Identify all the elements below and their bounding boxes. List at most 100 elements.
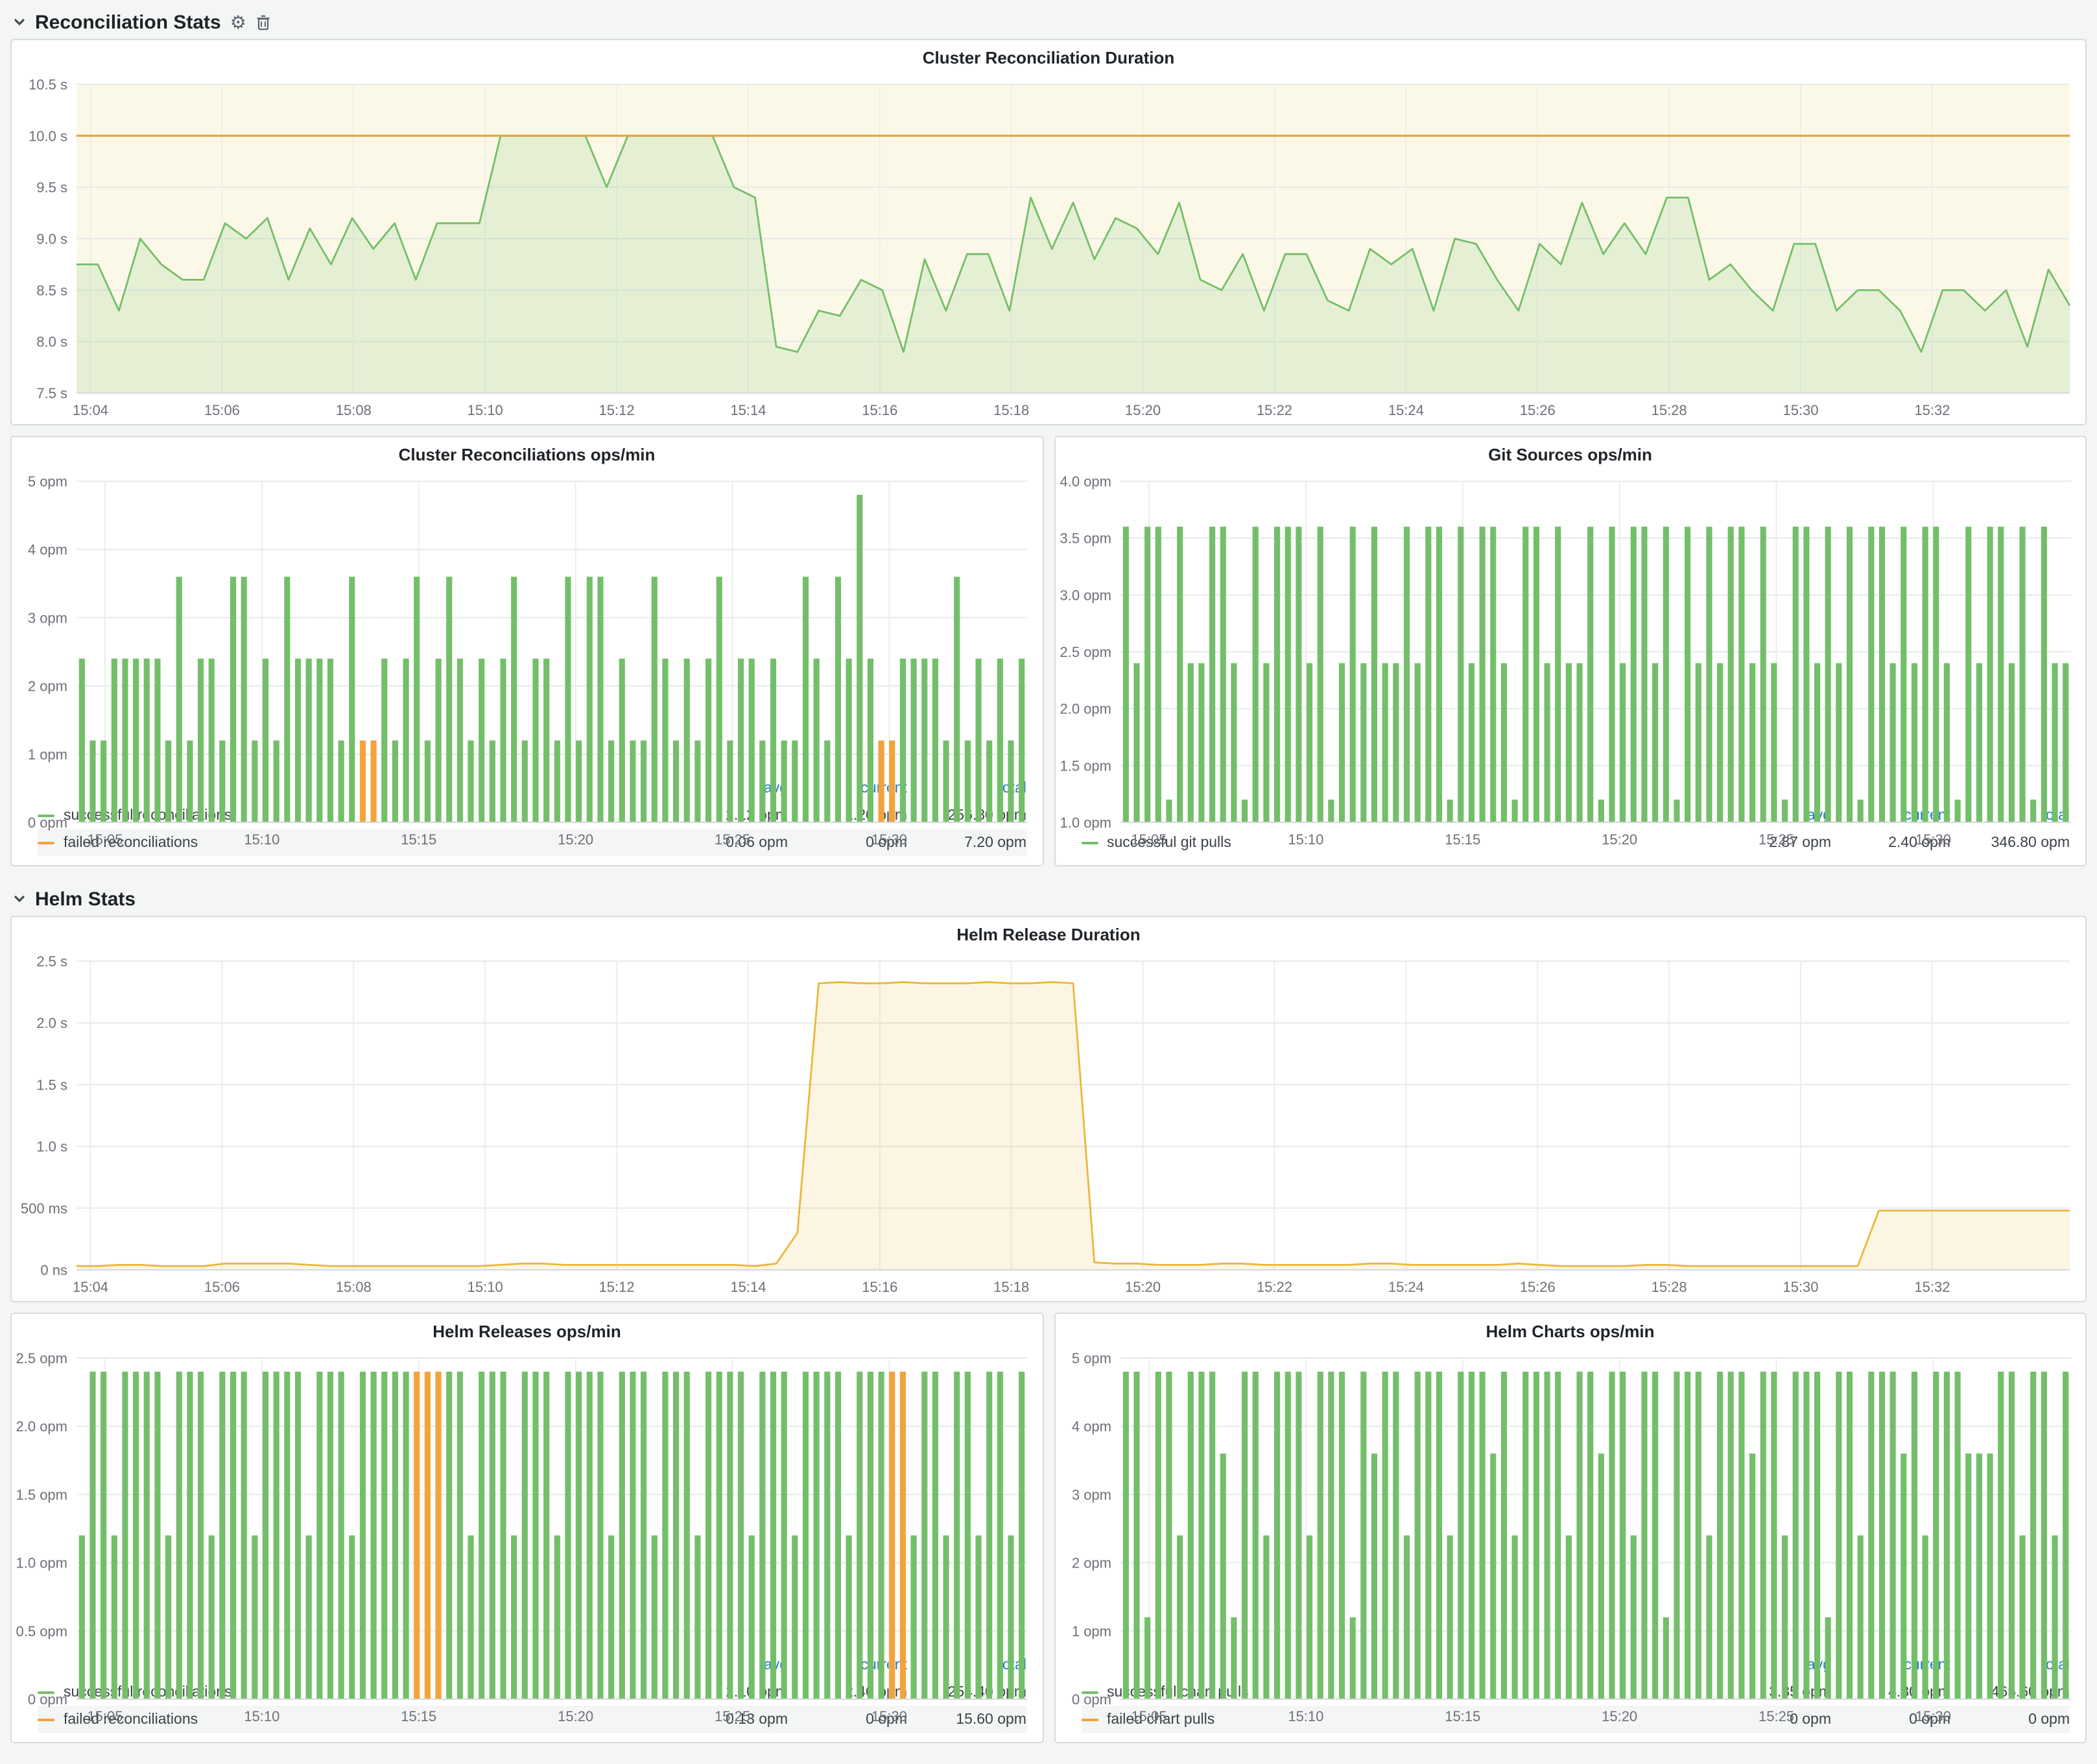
svg-text:15:04: 15:04 <box>73 402 108 418</box>
bar-chart-svg: 1.0 opm1.5 opm2.0 opm2.5 opm3.0 opm3.5 o… <box>1055 471 2086 853</box>
svg-text:15:20: 15:20 <box>1601 1708 1637 1724</box>
svg-text:2.0 s: 2.0 s <box>36 1015 67 1031</box>
line-chart-svg: 7.5 s8.0 s8.5 s9.0 s9.5 s10.0 s10.5 s15:… <box>12 74 2085 424</box>
svg-text:15:32: 15:32 <box>1914 402 1950 418</box>
svg-text:15:16: 15:16 <box>862 1279 897 1295</box>
svg-text:0.5 opm: 0.5 opm <box>16 1623 68 1639</box>
svg-text:2.5 s: 2.5 s <box>36 953 67 970</box>
svg-text:15:05: 15:05 <box>1130 1708 1166 1724</box>
section-header-helm-stats[interactable]: Helm Stats <box>10 882 2087 916</box>
svg-text:15:30: 15:30 <box>871 1708 907 1724</box>
svg-text:1.0 opm: 1.0 opm <box>16 1555 68 1571</box>
svg-text:2.0 opm: 2.0 opm <box>1060 701 1111 717</box>
svg-text:5 opm: 5 opm <box>28 473 67 490</box>
svg-text:2.0 opm: 2.0 opm <box>16 1418 68 1435</box>
svg-text:8.0 s: 8.0 s <box>36 334 67 350</box>
svg-text:4 opm: 4 opm <box>1071 1418 1111 1435</box>
svg-text:15:30: 15:30 <box>1915 831 1950 848</box>
svg-text:15:06: 15:06 <box>204 402 240 418</box>
svg-text:15:24: 15:24 <box>1388 402 1424 418</box>
panel-row-1: Cluster Reconciliations ops/min 0 opm1 o… <box>10 436 2087 866</box>
svg-text:15:15: 15:15 <box>401 1708 436 1724</box>
panel-title-helm-releases-opm[interactable]: Helm Releases ops/min <box>12 1314 1042 1348</box>
svg-text:0 opm: 0 opm <box>28 815 67 831</box>
svg-text:15:24: 15:24 <box>1388 1279 1424 1295</box>
panel-git-sources-opm: Git Sources ops/min 1.0 opm1.5 opm2.0 op… <box>1054 436 2087 866</box>
panel-helm-releases-opm: Helm Releases ops/min 0 opm0.5 opm1.0 op… <box>10 1313 1043 1743</box>
section-title: Reconciliation Stats <box>35 11 221 33</box>
chart-helm-release-duration: 0 ns500 ms1.0 s1.5 s2.0 s2.5 s15:0415:06… <box>12 951 2085 1301</box>
svg-text:15:14: 15:14 <box>730 402 766 418</box>
svg-text:1.0 opm: 1.0 opm <box>1060 815 1111 831</box>
svg-text:15:12: 15:12 <box>599 1279 635 1295</box>
svg-text:15:26: 15:26 <box>1520 402 1556 418</box>
svg-text:1.5 opm: 1.5 opm <box>16 1486 68 1503</box>
dashboard-scale-wrapper: Reconciliation Stats ⚙ Cluster Reconcili… <box>0 0 2097 1761</box>
svg-text:15:22: 15:22 <box>1257 1279 1292 1295</box>
svg-text:4 opm: 4 opm <box>28 542 67 558</box>
section-header-reconciliation-stats[interactable]: Reconciliation Stats ⚙ <box>10 5 2087 39</box>
svg-text:1 opm: 1 opm <box>1071 1623 1111 1639</box>
section-title: Helm Stats <box>35 888 136 910</box>
svg-text:15:05: 15:05 <box>87 1708 123 1724</box>
svg-text:15:12: 15:12 <box>599 402 635 418</box>
svg-text:1.0 s: 1.0 s <box>36 1139 67 1155</box>
svg-text:15:15: 15:15 <box>1444 831 1480 848</box>
chart-helm-charts-opm: 0 opm1 opm2 opm3 opm4 opm5 opm15:0515:10… <box>1055 1348 2085 1649</box>
panel-helm-charts-opm: Helm Charts ops/min 0 opm1 opm2 opm3 opm… <box>1054 1313 2087 1743</box>
panel-cluster-reconciliation-duration: Cluster Reconciliation Duration 7.5 s 8.0… <box>10 39 2087 425</box>
svg-text:15:10: 15:10 <box>244 1708 279 1724</box>
svg-text:3.5 opm: 3.5 opm <box>1060 530 1111 547</box>
svg-text:10.5 s: 10.5 s <box>29 77 67 93</box>
bar-chart-svg: 0 opm1 opm2 opm3 opm4 opm5 opm15:0515:10… <box>1055 1348 2086 1730</box>
svg-text:15:28: 15:28 <box>1652 402 1687 418</box>
gear-icon[interactable]: ⚙ <box>230 13 246 31</box>
panel-title-helm-charts-opm[interactable]: Helm Charts ops/min <box>1055 1314 2085 1348</box>
svg-text:3 opm: 3 opm <box>1071 1486 1111 1503</box>
svg-text:0 ns: 0 ns <box>40 1262 67 1278</box>
svg-text:15:30: 15:30 <box>1783 1279 1818 1295</box>
svg-text:9.0 s: 9.0 s <box>36 231 67 247</box>
svg-text:0 opm: 0 opm <box>1071 1691 1111 1708</box>
line-chart-svg: 0 ns500 ms1.0 s1.5 s2.0 s2.5 s15:0415:06… <box>12 951 2085 1301</box>
svg-text:2.5 opm: 2.5 opm <box>16 1350 68 1366</box>
chart-git-sources-opm: 1.0 opm1.5 opm2.0 opm2.5 opm3.0 opm3.5 o… <box>1055 471 2085 799</box>
svg-text:7.5 s: 7.5 s <box>36 385 67 401</box>
svg-text:4.0 opm: 4.0 opm <box>1060 473 1111 490</box>
svg-text:15:05: 15:05 <box>87 831 123 848</box>
svg-text:3 opm: 3 opm <box>28 610 67 626</box>
panel-row-2: Helm Releases ops/min 0 opm 0.5 opm 1.0 op… <box>10 1313 2087 1743</box>
svg-text:15:04: 15:04 <box>73 1279 108 1295</box>
svg-text:15:25: 15:25 <box>715 831 750 848</box>
svg-text:15:30: 15:30 <box>871 831 907 848</box>
bar-chart-svg: 0 opm1 opm2 opm3 opm4 opm5 opm15:0515:10… <box>12 471 1043 853</box>
panel-helm-release-duration: Helm Release Duration 0 ns500 ms1.0 s1.5… <box>10 916 2087 1302</box>
svg-text:15:25: 15:25 <box>1758 831 1794 848</box>
svg-text:15:16: 15:16 <box>862 402 897 418</box>
svg-text:15:30: 15:30 <box>1915 1708 1950 1724</box>
svg-text:15:15: 15:15 <box>1444 1708 1480 1724</box>
svg-text:10.0 s: 10.0 s <box>29 128 67 144</box>
svg-text:15:10: 15:10 <box>468 402 503 418</box>
panel-title-cluster-reconciliation-duration[interactable]: Cluster Reconciliation Duration <box>12 40 2085 74</box>
svg-text:15:10: 15:10 <box>1287 1708 1323 1724</box>
panel-title-git-sources-opm[interactable]: Git Sources ops/min <box>1055 437 2085 471</box>
chevron-down-icon[interactable] <box>13 892 26 905</box>
chevron-down-icon[interactable] <box>13 16 26 29</box>
svg-text:15:30: 15:30 <box>1783 402 1818 418</box>
bar-chart-svg: 0 opm0.5 opm1.0 opm1.5 opm2.0 opm2.5 opm… <box>12 1348 1043 1730</box>
chart-helm-releases-opm: 0 opm0.5 opm1.0 opm1.5 opm2.0 opm2.5 opm… <box>12 1348 1042 1649</box>
svg-text:15:18: 15:18 <box>993 402 1029 418</box>
panel-title-cluster-reconciliations-opm[interactable]: Cluster Reconciliations ops/min <box>12 437 1042 471</box>
svg-text:9.5 s: 9.5 s <box>36 180 67 196</box>
panel-title-helm-release-duration[interactable]: Helm Release Duration <box>12 917 2085 951</box>
svg-text:15:20: 15:20 <box>1125 1279 1161 1295</box>
svg-text:2 opm: 2 opm <box>28 678 67 695</box>
svg-text:2.5 opm: 2.5 opm <box>1060 644 1111 660</box>
svg-text:500 ms: 500 ms <box>21 1200 67 1217</box>
svg-text:15:18: 15:18 <box>993 1279 1029 1295</box>
svg-text:15:20: 15:20 <box>1125 402 1161 418</box>
svg-text:15:26: 15:26 <box>1520 1279 1556 1295</box>
trash-icon[interactable] <box>255 14 271 30</box>
svg-text:15:25: 15:25 <box>1758 1708 1794 1724</box>
